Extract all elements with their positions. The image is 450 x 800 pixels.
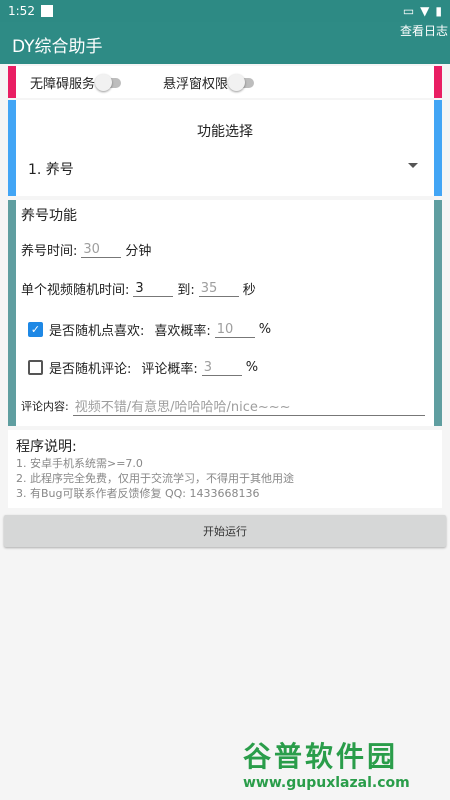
description-card: 程序说明: 1. 安卓手机系统需>=7.0 2. 此程序完全免费，仅用于交流学习… — [8, 430, 442, 508]
content-input[interactable]: 视频不错/有意思/哈哈哈哈/nice~~~ — [72, 396, 425, 416]
video-unit: 秒 — [242, 283, 256, 298]
time-label: 养号时间: — [21, 244, 78, 259]
notification-icon — [40, 5, 53, 17]
wifi-icon: ▼ — [420, 4, 430, 18]
description-line: 3. 有Bug可联系作者反馈修复 QQ: 1433668136 — [16, 487, 260, 500]
yanghao-card: 养号功能 养号时间: 30 分钟 单个视频随机时间: 3 到: 35 秒 ✓ 是… — [8, 200, 442, 426]
permissions-card: 无障碍服务 悬浮窗权限 — [8, 66, 442, 98]
description-line: 1. 安卓手机系统需>=7.0 — [16, 457, 143, 470]
comment-row: 是否随机评论: 评论概率: 3 % — [28, 358, 258, 377]
accessibility-switch[interactable] — [95, 73, 122, 91]
function-dropdown-value[interactable]: 1. 养号 — [28, 159, 74, 179]
view-log-button[interactable]: 查看日志 — [400, 22, 448, 39]
like-rate-input[interactable]: 10 — [214, 322, 255, 338]
accent-bar — [8, 100, 16, 196]
video-from-input[interactable]: 3 — [133, 281, 174, 297]
cast-icon: ▭ — [402, 4, 415, 18]
watermark-text: 谷普软件园 — [243, 740, 399, 773]
overlay-switch[interactable] — [228, 73, 255, 91]
watermark: 谷普软件园 www.gupuxlazal.com — [243, 735, 448, 797]
dropdown-arrow-icon[interactable] — [408, 163, 418, 168]
accessibility-label: 无障碍服务 — [30, 77, 96, 92]
accent-bar — [8, 200, 16, 426]
like-rate-label: 喜欢概率: — [154, 324, 211, 339]
content-label: 评论内容: — [21, 400, 69, 413]
accent-bar — [434, 100, 442, 196]
app-bar: DY综合助手 查看日志 — [0, 22, 450, 64]
video-to-input[interactable]: 35 — [198, 281, 239, 297]
time-unit: 分钟 — [125, 244, 152, 259]
status-time: 1:52 — [8, 4, 35, 18]
accessibility-toggle-row[interactable]: 无障碍服务 — [30, 73, 122, 92]
video-time-row: 单个视频随机时间: 3 到: 35 秒 — [21, 279, 256, 299]
video-to-label: 到: — [177, 283, 195, 298]
app-title: DY综合助手 — [12, 37, 103, 57]
time-input[interactable]: 30 — [81, 242, 122, 258]
comment-checkbox[interactable] — [28, 360, 43, 375]
status-bar: 1:52 ▭ ▼ ▮ — [0, 0, 450, 22]
video-time-label: 单个视频随机时间: — [21, 283, 130, 298]
comment-label: 是否随机评论: — [49, 362, 132, 377]
function-select-title: 功能选择 — [197, 124, 253, 140]
like-unit: % — [258, 322, 272, 337]
accent-bar — [8, 66, 16, 98]
like-checkbox[interactable]: ✓ — [28, 322, 43, 337]
description-title: 程序说明: — [16, 439, 77, 455]
accent-bar — [434, 200, 442, 426]
watermark-url: www.gupuxlazal.com — [243, 775, 410, 791]
overlay-label: 悬浮窗权限 — [163, 77, 229, 92]
comment-rate-input[interactable]: 3 — [201, 360, 242, 376]
start-button[interactable]: 开始运行 — [4, 515, 446, 547]
description-line: 2. 此程序完全免费，仅用于交流学习，不得用于其他用途 — [16, 472, 294, 485]
battery-icon: ▮ — [435, 4, 442, 18]
function-select-card: 功能选择 1. 养号 — [8, 100, 442, 196]
like-row: ✓ 是否随机点喜欢: 喜欢概率: 10 % — [28, 320, 271, 339]
like-label: 是否随机点喜欢: — [49, 324, 145, 339]
comment-unit: % — [245, 360, 259, 375]
comment-rate-label: 评论概率: — [141, 362, 198, 377]
accent-bar — [434, 66, 442, 98]
overlay-toggle-row[interactable]: 悬浮窗权限 — [163, 73, 255, 92]
section-title: 养号功能 — [21, 208, 77, 224]
time-row: 养号时间: 30 分钟 — [21, 240, 152, 260]
content-row: 评论内容: 视频不错/有意思/哈哈哈哈/nice~~~ — [21, 396, 429, 416]
